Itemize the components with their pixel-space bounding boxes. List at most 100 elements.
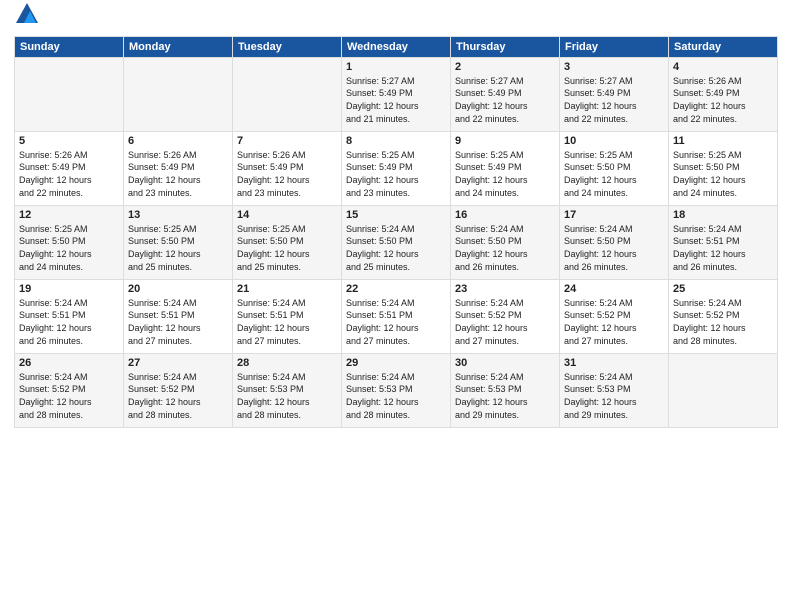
day-number: 24 [564,283,664,295]
day-number: 26 [19,357,119,369]
day-number: 2 [455,61,555,73]
header-cell-friday: Friday [560,36,669,57]
day-info: Sunrise: 5:26 AM Sunset: 5:49 PM Dayligh… [19,149,119,199]
day-cell: 27Sunrise: 5:24 AM Sunset: 5:52 PM Dayli… [124,353,233,427]
day-cell: 23Sunrise: 5:24 AM Sunset: 5:52 PM Dayli… [451,279,560,353]
day-number: 6 [128,135,228,147]
header-cell-tuesday: Tuesday [233,36,342,57]
day-number: 15 [346,209,446,221]
day-info: Sunrise: 5:26 AM Sunset: 5:49 PM Dayligh… [673,75,773,125]
day-cell: 30 Sunrise: 5:24 AM Sunset: 5:53 PM Dayli… [451,353,560,427]
day-cell: 21 Sunrise: 5:24 AM Sunset: 5:51 PM Dayli… [233,279,342,353]
day-cell: 7 Sunrise: 5:26 AM Sunset: 5:49 PM Daylig… [233,131,342,205]
header-cell-sunday: Sunday [15,36,124,57]
logo-icon [16,3,38,23]
day-number: 3 [564,61,664,73]
day-number: 19 [19,283,119,295]
header-cell-thursday: Thursday [451,36,560,57]
day-number: 9 [455,135,555,147]
day-info: Sunrise: 5:24 AM Sunset: 5:51 PM Dayligh… [237,297,337,347]
day-cell: 28 Sunrise: 5:24 AM Sunset: 5:53 PM Dayli… [233,353,342,427]
day-info: Sunrise: 5:26 AM Sunset: 5:49 PM Dayligh… [128,149,228,199]
day-info: Sunrise: 5:24 AM Sunset: 5:52 PM Dayligh… [564,297,664,347]
day-cell: 3 Sunrise: 5:27 AM Sunset: 5:49 PM Daylig… [560,57,669,131]
day-number: 16 [455,209,555,221]
header-row: SundayMondayTuesdayWednesdayThursdayFrid… [15,36,778,57]
week-row-5: 26Sunrise: 5:24 AM Sunset: 5:52 PM Dayli… [15,353,778,427]
day-number: 5 [19,135,119,147]
day-info: Sunrise: 5:27 AM Sunset: 5:49 PM Dayligh… [346,75,446,125]
day-info: Sunrise: 5:24 AM Sunset: 5:53 PM Dayligh… [455,371,555,421]
day-info: Sunrise: 5:24 AM Sunset: 5:52 PM Dayligh… [673,297,773,347]
page-container: SundayMondayTuesdayWednesdayThursdayFrid… [0,0,792,612]
day-info: Sunrise: 5:26 AM Sunset: 5:49 PM Dayligh… [237,149,337,199]
day-number: 28 [237,357,337,369]
day-cell: 10Sunrise: 5:25 AM Sunset: 5:50 PM Dayli… [560,131,669,205]
day-cell: 8 Sunrise: 5:25 AM Sunset: 5:49 PM Daylig… [342,131,451,205]
day-cell: 19 Sunrise: 5:24 AM Sunset: 5:51 PM Dayli… [15,279,124,353]
day-info: Sunrise: 5:24 AM Sunset: 5:51 PM Dayligh… [128,297,228,347]
day-cell: 12 Sunrise: 5:25 AM Sunset: 5:50 PM Dayli… [15,205,124,279]
day-info: Sunrise: 5:24 AM Sunset: 5:50 PM Dayligh… [346,223,446,273]
day-cell: 2 Sunrise: 5:27 AM Sunset: 5:49 PM Daylig… [451,57,560,131]
day-number: 29 [346,357,446,369]
day-info: Sunrise: 5:24 AM Sunset: 5:53 PM Dayligh… [564,371,664,421]
day-cell: 15 Sunrise: 5:24 AM Sunset: 5:50 PM Dayli… [342,205,451,279]
day-info: Sunrise: 5:24 AM Sunset: 5:50 PM Dayligh… [564,223,664,273]
day-number: 4 [673,61,773,73]
day-number: 21 [237,283,337,295]
day-number: 30 [455,357,555,369]
day-cell: 4 Sunrise: 5:26 AM Sunset: 5:49 PM Daylig… [669,57,778,131]
day-number: 31 [564,357,664,369]
day-cell: 24 Sunrise: 5:24 AM Sunset: 5:52 PM Dayli… [560,279,669,353]
day-info: Sunrise: 5:27 AM Sunset: 5:49 PM Dayligh… [564,75,664,125]
week-row-1: 1 Sunrise: 5:27 AM Sunset: 5:49 PM Daylig… [15,57,778,131]
day-number: 23 [455,283,555,295]
day-info: Sunrise: 5:25 AM Sunset: 5:50 PM Dayligh… [673,149,773,199]
day-cell: 17Sunrise: 5:24 AM Sunset: 5:50 PM Dayli… [560,205,669,279]
day-cell: 9 Sunrise: 5:25 AM Sunset: 5:49 PM Daylig… [451,131,560,205]
week-row-2: 5 Sunrise: 5:26 AM Sunset: 5:49 PM Daylig… [15,131,778,205]
logo [14,10,38,30]
day-info: Sunrise: 5:25 AM Sunset: 5:50 PM Dayligh… [564,149,664,199]
day-info: Sunrise: 5:25 AM Sunset: 5:50 PM Dayligh… [128,223,228,273]
day-number: 18 [673,209,773,221]
day-info: Sunrise: 5:24 AM Sunset: 5:51 PM Dayligh… [673,223,773,273]
day-number: 25 [673,283,773,295]
day-info: Sunrise: 5:25 AM Sunset: 5:50 PM Dayligh… [19,223,119,273]
day-cell: 20 Sunrise: 5:24 AM Sunset: 5:51 PM Dayli… [124,279,233,353]
day-cell: 26Sunrise: 5:24 AM Sunset: 5:52 PM Dayli… [15,353,124,427]
day-cell [233,57,342,131]
day-number: 12 [19,209,119,221]
day-number: 8 [346,135,446,147]
day-cell: 31 Sunrise: 5:24 AM Sunset: 5:53 PM Dayli… [560,353,669,427]
day-info: Sunrise: 5:27 AM Sunset: 5:49 PM Dayligh… [455,75,555,125]
day-info: Sunrise: 5:25 AM Sunset: 5:49 PM Dayligh… [346,149,446,199]
day-cell [124,57,233,131]
week-row-3: 12 Sunrise: 5:25 AM Sunset: 5:50 PM Dayli… [15,205,778,279]
day-cell: 5 Sunrise: 5:26 AM Sunset: 5:49 PM Daylig… [15,131,124,205]
day-number: 27 [128,357,228,369]
day-number: 7 [237,135,337,147]
day-cell: 1 Sunrise: 5:27 AM Sunset: 5:49 PM Daylig… [342,57,451,131]
day-info: Sunrise: 5:25 AM Sunset: 5:50 PM Dayligh… [237,223,337,273]
day-cell: 6 Sunrise: 5:26 AM Sunset: 5:49 PM Daylig… [124,131,233,205]
header-cell-monday: Monday [124,36,233,57]
day-cell [15,57,124,131]
day-cell: 14 Sunrise: 5:25 AM Sunset: 5:50 PM Dayli… [233,205,342,279]
day-info: Sunrise: 5:25 AM Sunset: 5:49 PM Dayligh… [455,149,555,199]
day-number: 20 [128,283,228,295]
day-number: 14 [237,209,337,221]
day-info: Sunrise: 5:24 AM Sunset: 5:53 PM Dayligh… [237,371,337,421]
day-info: Sunrise: 5:24 AM Sunset: 5:51 PM Dayligh… [19,297,119,347]
day-cell: 16 Sunrise: 5:24 AM Sunset: 5:50 PM Dayli… [451,205,560,279]
day-number: 13 [128,209,228,221]
day-cell [669,353,778,427]
day-info: Sunrise: 5:24 AM Sunset: 5:50 PM Dayligh… [455,223,555,273]
day-info: Sunrise: 5:24 AM Sunset: 5:51 PM Dayligh… [346,297,446,347]
calendar-table: SundayMondayTuesdayWednesdayThursdayFrid… [14,36,778,428]
day-cell: 11 Sunrise: 5:25 AM Sunset: 5:50 PM Dayli… [669,131,778,205]
day-number: 11 [673,135,773,147]
day-number: 1 [346,61,446,73]
header-cell-saturday: Saturday [669,36,778,57]
